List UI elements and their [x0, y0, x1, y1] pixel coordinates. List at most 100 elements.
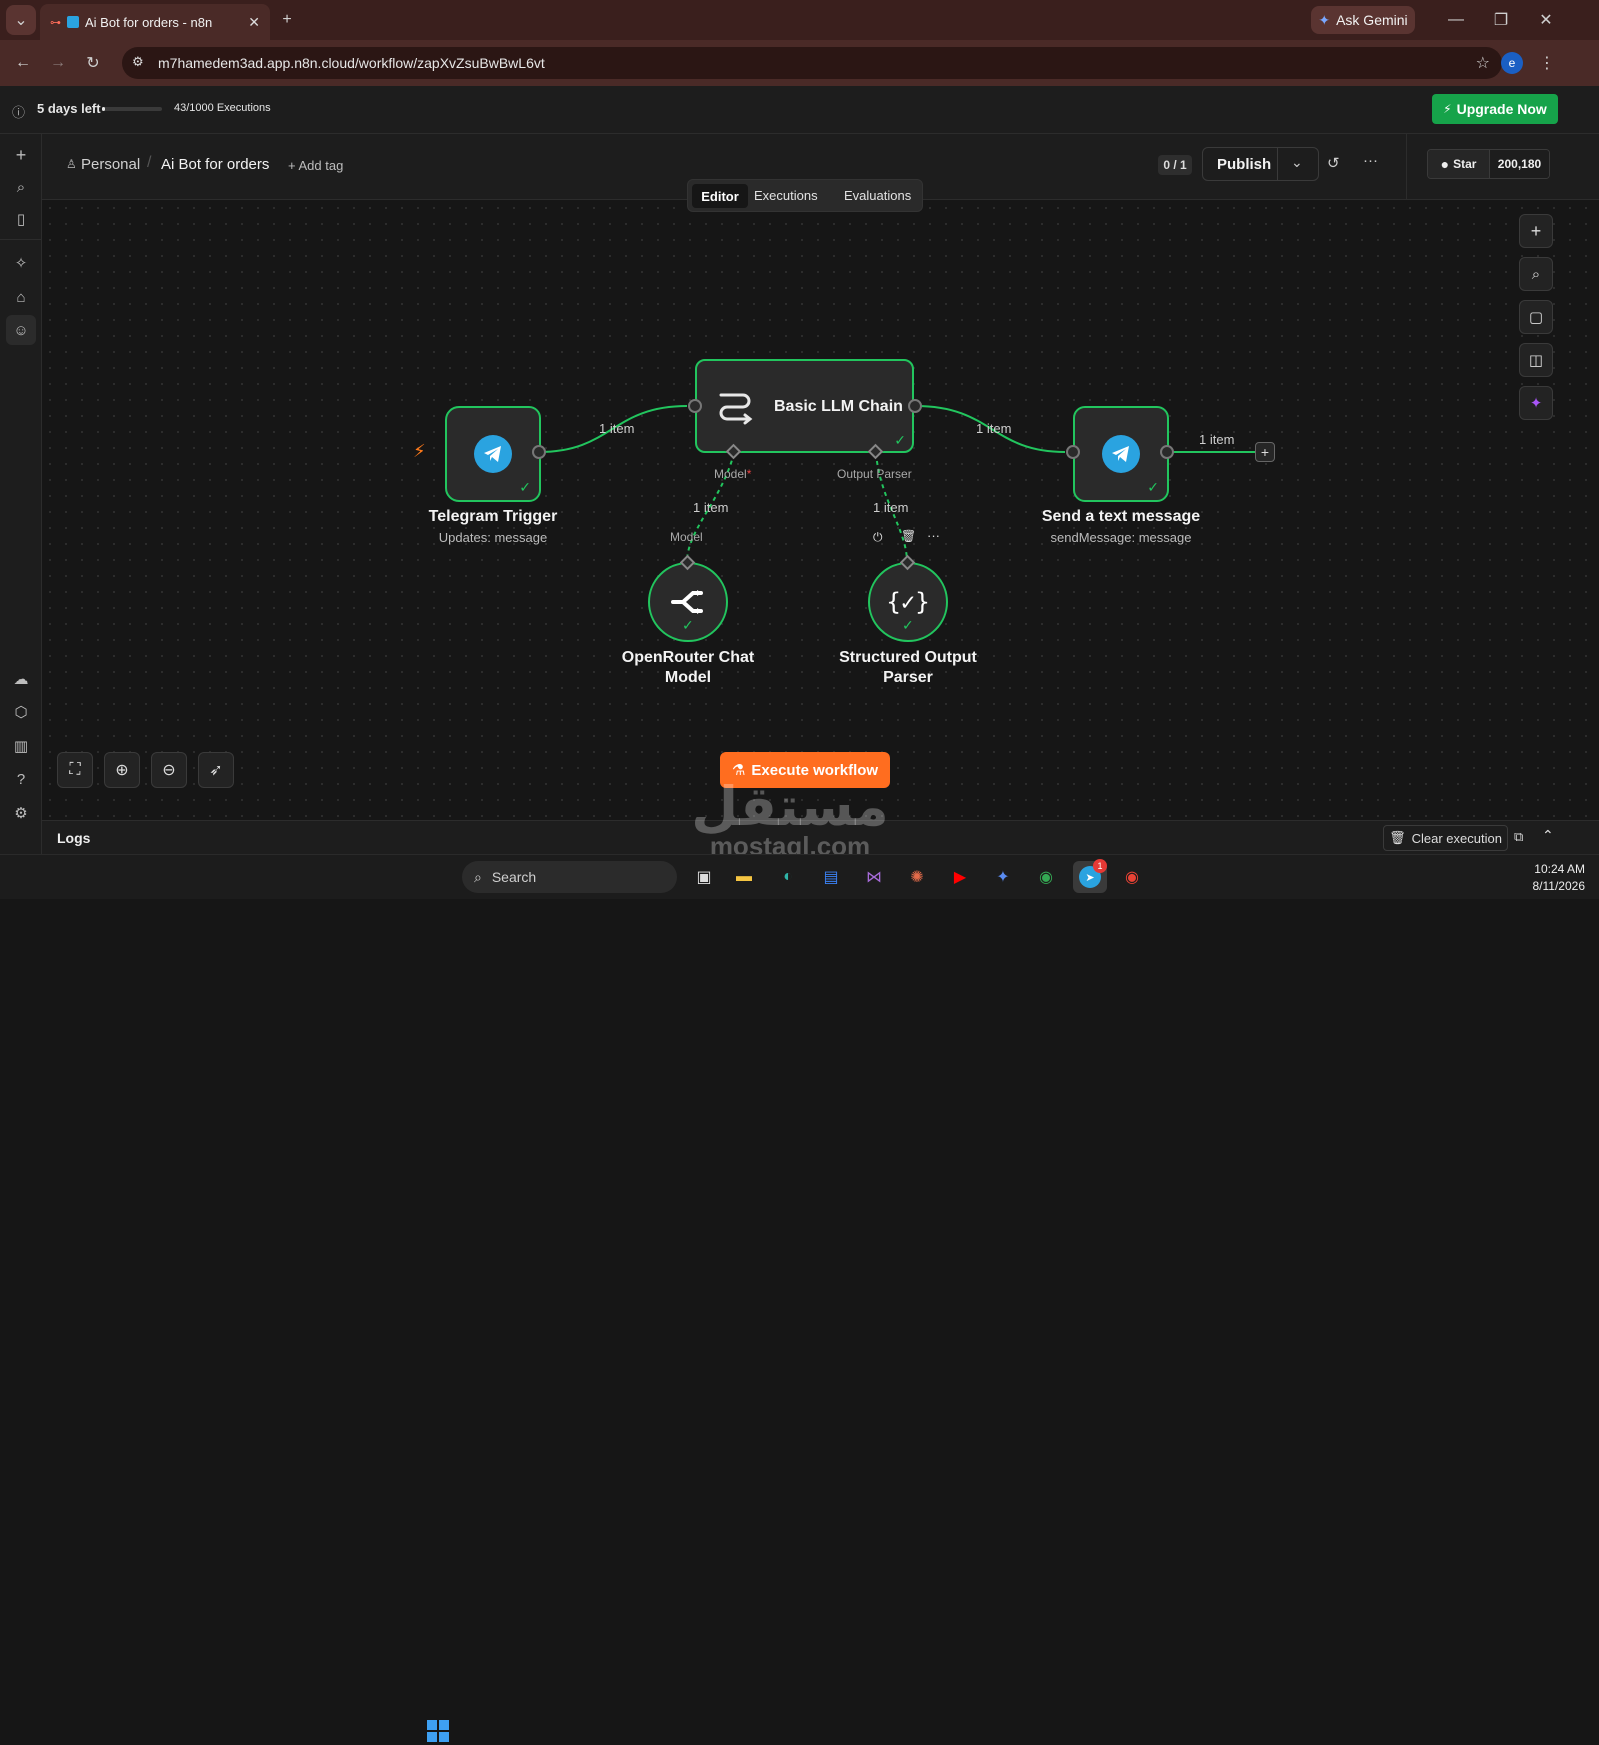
visual-studio-icon[interactable]: ⋈ — [860, 863, 888, 891]
back-icon[interactable]: ← — [8, 48, 38, 78]
model-input-label: Model — [670, 530, 703, 544]
task-view-icon[interactable]: ▣ — [690, 863, 718, 891]
chrome-icon[interactable]: ◉ — [1032, 863, 1060, 891]
github-star-label: Star — [1453, 157, 1477, 171]
restore-icon[interactable]: ❐ — [1486, 5, 1516, 35]
reload-icon[interactable]: ↻ — [78, 48, 108, 78]
node-structured-output-parser[interactable]: {✓} ✓ — [868, 562, 948, 642]
gemini-app-icon[interactable]: ✦ — [989, 863, 1017, 891]
popout-icon[interactable]: ⧉ — [1514, 829, 1523, 845]
zoom-out-icon[interactable]: ⊖ — [151, 752, 187, 788]
publish-dropdown-chevron-icon[interactable]: ⌄ — [1291, 154, 1303, 171]
fit-view-icon[interactable]: ⛶ — [57, 752, 93, 788]
claude-icon[interactable]: ✺ — [903, 863, 931, 891]
input-handle[interactable] — [688, 399, 702, 413]
parser-title-line1: Structured Output — [839, 649, 977, 666]
tab-search-icon[interactable]: ⌄ — [6, 5, 36, 35]
home-icon[interactable]: ⌂ — [6, 282, 36, 312]
toggle-panel-icon[interactable]: ◫ — [1519, 343, 1553, 377]
search-icon: ⌕ — [474, 868, 482, 885]
settings-gear-icon[interactable]: ⚙ — [6, 798, 36, 828]
canvas-search-icon[interactable]: ⌕ — [1519, 257, 1553, 291]
browser-tab[interactable]: ⊶ Ai Bot for orders - n8n ✕ — [40, 4, 270, 40]
input-handle[interactable] — [1066, 445, 1080, 459]
personal-user-icon[interactable]: ☺ — [6, 315, 36, 345]
info-icon: ⓘ — [12, 105, 26, 120]
clear-execution-button[interactable]: 🗑 Clear execution — [1383, 825, 1508, 851]
node-more-icon[interactable]: ··· — [927, 528, 940, 543]
zoom-in-icon[interactable]: ⊕ — [104, 752, 140, 788]
toggle-sidebar-icon[interactable]: ▯ — [6, 204, 36, 234]
node-send-text-message[interactable]: ✓ — [1073, 406, 1169, 502]
edge-browser-icon[interactable]: ◐ — [774, 863, 802, 891]
jetbrains-icon[interactable]: ▤ — [817, 863, 845, 891]
help-icon[interactable]: ? — [6, 764, 36, 794]
parser-connection-label: 1 item — [873, 500, 909, 515]
publish-button-group: Publish ⌄ — [1202, 147, 1319, 181]
clock-time[interactable]: 10:24 AM — [1495, 862, 1585, 876]
history-icon[interactable]: ↺ — [1327, 154, 1340, 172]
taskbar-search-box[interactable]: ⌕ Search — [462, 861, 677, 893]
node-openrouter-chat-model[interactable]: ✓ — [648, 562, 728, 642]
expand-chevron-up-icon[interactable]: ⌃ — [1542, 827, 1554, 844]
cloud-icon[interactable]: ☁ — [6, 664, 36, 694]
breadcrumb-project[interactable]: Personal — [81, 156, 140, 173]
tab-close-icon[interactable]: ✕ — [248, 14, 260, 31]
ai-sparkle-icon[interactable]: ✧ — [6, 248, 36, 278]
browser-menu-icon[interactable]: ⋮ — [1532, 48, 1562, 78]
add-tag-link[interactable]: + Add tag — [288, 158, 343, 173]
upgrade-now-button[interactable]: ⚡ Upgrade Now — [1432, 94, 1558, 124]
add-node-icon[interactable]: + — [1519, 214, 1553, 248]
tidy-up-icon[interactable]: ➶ — [198, 752, 234, 788]
workflow-name[interactable]: Ai Bot for orders — [161, 156, 269, 173]
output-handle[interactable] — [908, 399, 922, 413]
youtube-icon[interactable]: ▶ — [946, 863, 974, 891]
github-star-button[interactable]: ● Star — [1428, 150, 1489, 178]
ask-gemini-button[interactable]: ✦ Ask Gemini — [1311, 6, 1415, 34]
sticky-note-icon[interactable]: ▢ — [1519, 300, 1553, 334]
bookmark-star-icon[interactable]: ☆ — [1476, 53, 1490, 73]
url-text: m7hamedem3ad.app.n8n.cloud/workflow/zapX… — [158, 55, 545, 71]
trial-days-left: 5 days left — [37, 101, 101, 116]
github-star-count: 200,180 — [1489, 150, 1549, 178]
telegram-icon — [474, 435, 512, 473]
ai-assistant-sparkle-icon[interactable]: ✦ — [1519, 386, 1553, 420]
minimize-icon[interactable]: — — [1441, 5, 1471, 35]
gemini-icon: ✦ — [1318, 11, 1331, 28]
github-star-widget[interactable]: ● Star 200,180 — [1427, 149, 1550, 179]
node-basic-llm-chain[interactable]: Basic LLM Chain ✓ — [695, 359, 914, 453]
delete-trash-icon[interactable]: 🗑 — [901, 529, 916, 543]
chrome-profile-icon[interactable]: ◉ — [1118, 863, 1146, 891]
chain-link-icon — [719, 393, 753, 425]
os-taskbar: ⌕ Search ▣ ▬ ◐ ▤ ⋈ ✺ ▶ ✦ ◉ ➤ 1 ◉ 10:24 A… — [0, 854, 1599, 1742]
connections-layer — [538, 405, 1255, 563]
logs-label[interactable]: Logs — [57, 830, 90, 846]
output-handle[interactable] — [532, 445, 546, 459]
site-info-icon[interactable]: ⚙ — [132, 54, 144, 70]
openrouter-title-line1: OpenRouter Chat — [621, 649, 755, 666]
output-handle[interactable] — [1160, 445, 1174, 459]
templates-cube-icon[interactable]: ⬡ — [6, 697, 36, 727]
file-explorer-icon[interactable]: ▬ — [730, 863, 758, 891]
profile-avatar[interactable]: e — [1501, 52, 1523, 74]
insights-chart-icon[interactable]: ▥ — [6, 731, 36, 761]
url-bar[interactable]: ⚙ m7hamedem3ad.app.n8n.cloud/workflow/za… — [122, 47, 1502, 79]
more-options-icon[interactable]: ··· — [1363, 152, 1378, 169]
forward-icon[interactable]: → — [43, 48, 73, 78]
model-port-text: Model — [714, 467, 747, 481]
add-node-plus-icon[interactable]: + — [1255, 442, 1275, 462]
success-check-icon: ✓ — [902, 617, 914, 633]
workflow-canvas[interactable]: Editor Executions Evaluations ⚡ ✓ Telegr… — [42, 179, 1599, 834]
new-tab-icon[interactable]: + — [272, 5, 302, 35]
node-telegram-trigger[interactable]: ✓ — [445, 406, 541, 502]
success-check-icon: ✓ — [894, 432, 906, 448]
create-plus-icon[interactable]: + — [6, 140, 36, 170]
clock-date[interactable]: 8/11/2026 — [1495, 879, 1586, 893]
publish-button[interactable]: Publish — [1217, 156, 1271, 173]
search-icon[interactable]: ⌕ — [6, 172, 36, 202]
windows-start-icon[interactable] — [424, 1717, 452, 1745]
power-toggle-icon[interactable]: ⏻ — [873, 530, 883, 545]
telegram-app-icon[interactable]: ➤ 1 — [1073, 859, 1107, 893]
publish-divider — [1277, 148, 1278, 180]
close-window-icon[interactable]: ✕ — [1531, 5, 1561, 35]
